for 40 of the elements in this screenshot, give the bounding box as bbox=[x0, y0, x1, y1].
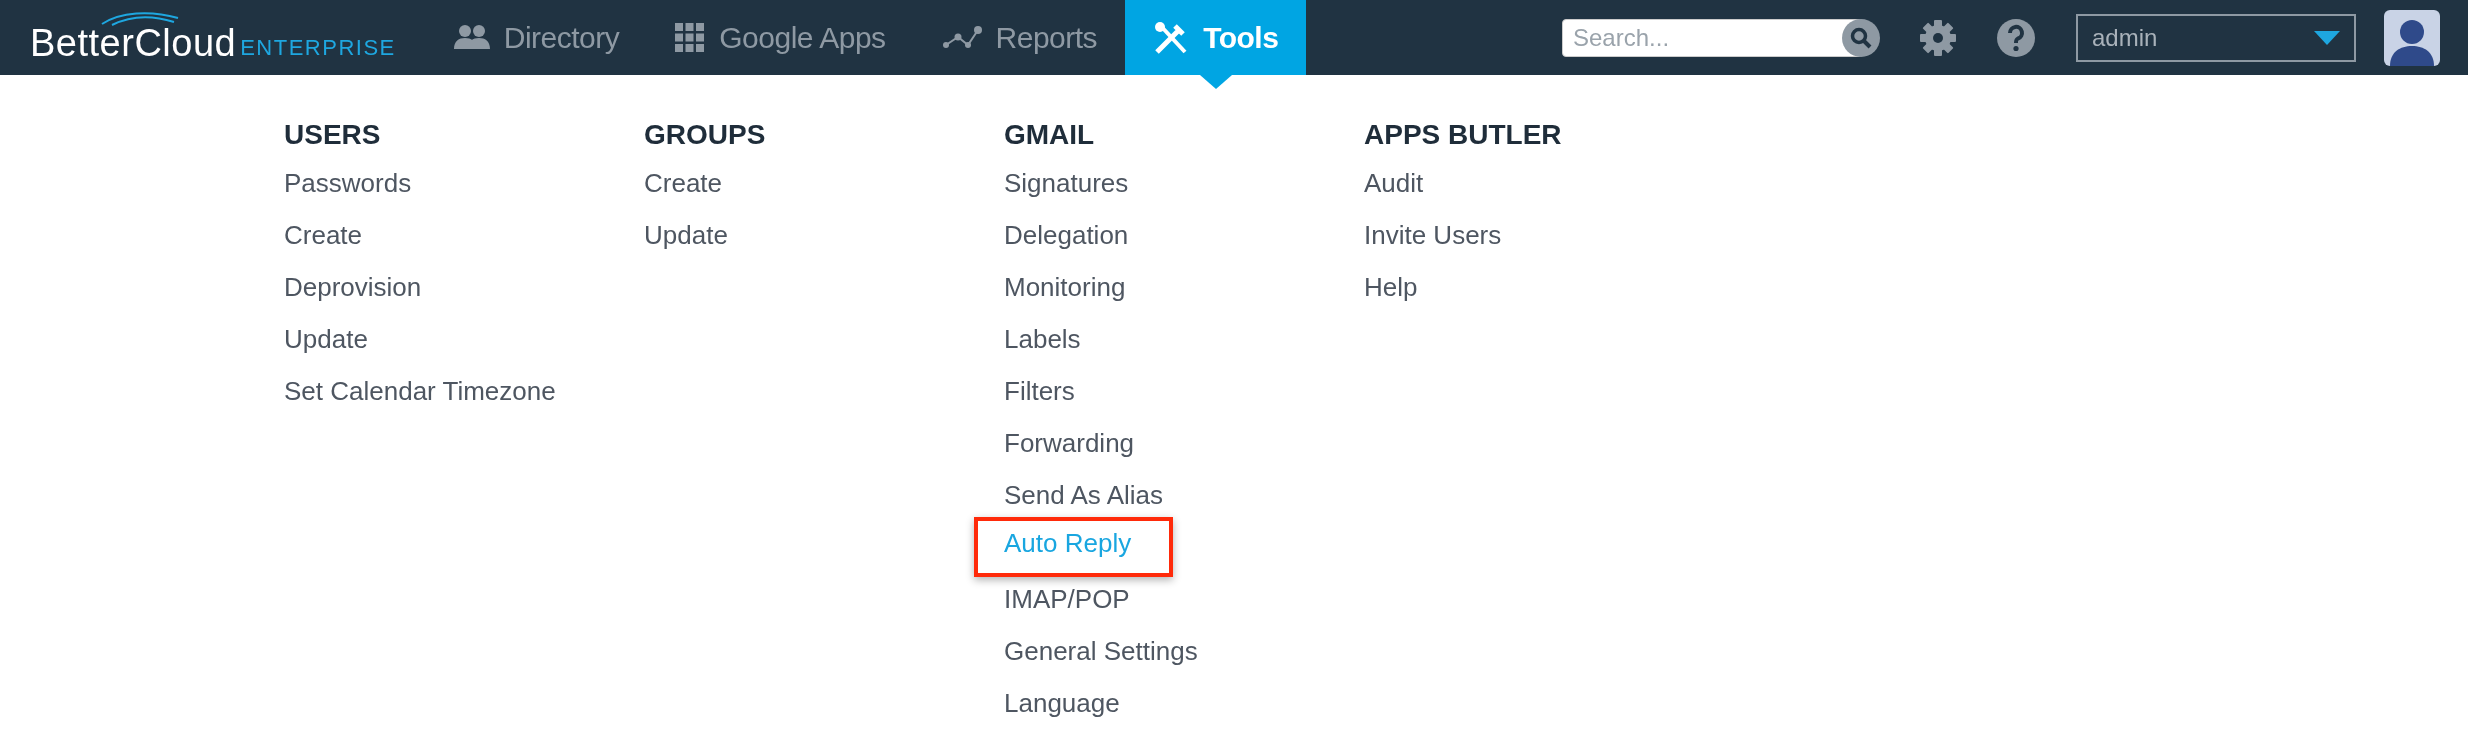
menu-heading: GROUPS bbox=[644, 119, 767, 151]
line-chart-icon bbox=[941, 24, 982, 51]
menu-link[interactable]: Update bbox=[284, 313, 368, 365]
menu-link[interactable]: Filters bbox=[1004, 365, 1075, 417]
brand-name: BetterCloud bbox=[30, 22, 237, 65]
menu-link[interactable]: Forwarding bbox=[1004, 417, 1135, 469]
brand-logo[interactable]: BetterCloud ENTERPRISE bbox=[30, 10, 396, 65]
menu-link[interactable]: Set Calendar Timezone bbox=[284, 365, 556, 417]
nav-tab[interactable]: Reports bbox=[913, 0, 1126, 75]
menu-link[interactable]: Help bbox=[1364, 261, 1418, 313]
menu-link[interactable]: Create bbox=[644, 157, 723, 209]
menu-heading: USERS bbox=[284, 119, 382, 151]
menu-link[interactable]: Update bbox=[644, 209, 728, 261]
help-button[interactable] bbox=[1996, 17, 2036, 58]
caret-icon bbox=[2314, 30, 2340, 45]
search-field[interactable]: Search... bbox=[1562, 18, 1862, 57]
nav-tab[interactable]: Google Apps bbox=[647, 0, 914, 75]
settings-icon bbox=[1918, 17, 1958, 58]
tab-pointer bbox=[1199, 75, 1232, 89]
menu-link[interactable]: Create bbox=[284, 209, 363, 261]
menu-link[interactable]: Passwords bbox=[284, 157, 412, 209]
menu-link[interactable]: Signatures bbox=[1004, 157, 1129, 209]
help-icon bbox=[1996, 17, 2036, 58]
menu-link[interactable]: Audit bbox=[1364, 157, 1424, 209]
avatar[interactable] bbox=[2384, 9, 2440, 66]
settings-button[interactable] bbox=[1918, 17, 1958, 58]
menu-link[interactable]: Invite Users bbox=[1364, 209, 1502, 261]
menu-link[interactable]: Delegation bbox=[1004, 209, 1129, 261]
swoosh-icon bbox=[100, 10, 180, 26]
menu-link[interactable]: Language bbox=[1004, 677, 1120, 729]
menu-heading: GMAIL bbox=[1004, 119, 1096, 151]
grid-icon bbox=[675, 22, 706, 53]
menu-link[interactable]: Labels bbox=[1004, 313, 1081, 365]
menu-heading: APPS BUTLER bbox=[1364, 119, 1563, 151]
menu-link[interactable]: Deprovision bbox=[284, 261, 422, 313]
brand-edition: ENTERPRISE bbox=[240, 35, 396, 61]
menu-link[interactable]: Monitoring bbox=[1004, 261, 1126, 313]
nav-tab[interactable]: Directory bbox=[425, 0, 648, 75]
menu-link[interactable]: General Settings bbox=[1004, 625, 1198, 677]
account-dropdown[interactable]: admin bbox=[2076, 13, 2356, 62]
